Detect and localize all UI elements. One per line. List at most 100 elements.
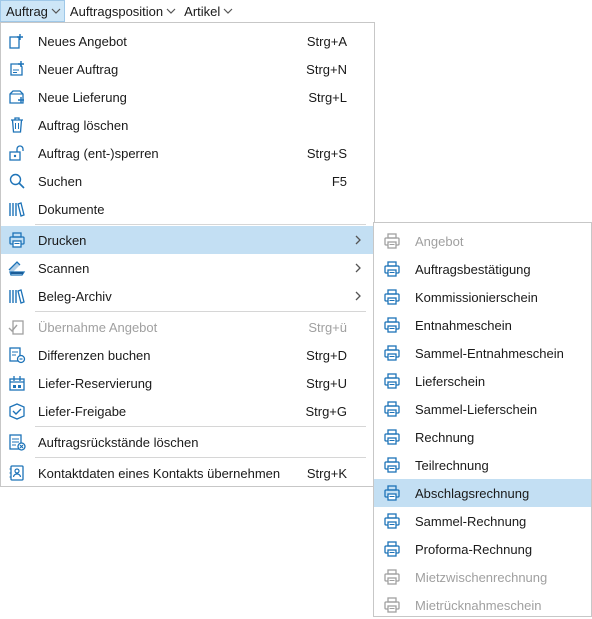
submenu-item-label: Proforma-Rechnung <box>415 541 533 557</box>
menu-separator <box>35 311 366 312</box>
book-differences-icon <box>7 345 27 365</box>
printer-icon <box>382 427 402 447</box>
menu-item-label: Übernahme Angebot <box>38 319 158 335</box>
delivery-release-icon <box>7 401 27 421</box>
menubar-item-auftrag[interactable]: Auftrag <box>0 0 65 22</box>
printer-icon <box>382 259 402 279</box>
new-offer-icon <box>7 31 27 51</box>
menu-item-auftrag-loeschen[interactable]: Auftrag löschen <box>1 111 374 139</box>
new-delivery-icon <box>7 87 27 107</box>
submenu-item-label: Sammel-Entnahmeschein <box>415 345 564 361</box>
chevron-right-icon <box>350 263 366 273</box>
printer-icon <box>382 371 402 391</box>
menu-item-kontaktdaten-eines-kontakts-uebernehmen[interactable]: Kontaktdaten eines Kontakts übernehmen St… <box>1 459 374 487</box>
chevron-right-icon <box>350 235 366 245</box>
menu-separator <box>35 426 366 427</box>
submenu-item-lieferschein[interactable]: Lieferschein <box>374 367 591 395</box>
shortcut-label: F5 <box>331 173 347 189</box>
menu-item-label: Suchen <box>38 173 83 189</box>
menu-item-beleg-archiv[interactable]: Beleg-Archiv <box>1 282 374 310</box>
menu-item-label: Dokumente <box>38 201 105 217</box>
printer-icon <box>382 595 402 615</box>
menu-item-neues-angebot[interactable]: Neues Angebot Strg+A <box>1 27 374 55</box>
submenu-item-rechnung[interactable]: Rechnung <box>374 423 591 451</box>
menu-bar: Auftrag Auftragsposition Artikel <box>0 0 592 22</box>
auftrag-menu: Neues Angebot Strg+A Neuer Auftrag Strg+N Ne… <box>0 22 375 487</box>
menu-item-neue-lieferung[interactable]: Neue Lieferung Strg+L <box>1 83 374 111</box>
submenu-item-label: Angebot <box>415 233 464 249</box>
submenu-item-proforma-rechnung[interactable]: Proforma-Rechnung <box>374 535 591 563</box>
documents-icon <box>7 199 27 219</box>
menubar-label: Auftragsposition <box>69 3 164 19</box>
menu-item-neuer-auftrag[interactable]: Neuer Auftrag Strg+N <box>1 55 374 83</box>
menu-item-label: Neues Angebot <box>38 33 127 49</box>
printer-icon <box>382 455 402 475</box>
unlock-icon <box>7 143 27 163</box>
submenu-item-label: Sammel-Lieferschein <box>415 401 538 417</box>
submenu-item-label: Lieferschein <box>415 373 486 389</box>
menu-item-differenzen-buchen[interactable]: Differenzen buchen Strg+D <box>1 341 374 369</box>
submenu-item-label: Mietrücknahmeschein <box>415 597 542 613</box>
delete-backorders-icon <box>7 432 27 452</box>
menubar-label: Artikel <box>184 3 221 19</box>
submenu-item-mietruecknahmeschein: Mietrücknahmeschein <box>374 591 591 619</box>
submenu-item-teilrechnung[interactable]: Teilrechnung <box>374 451 591 479</box>
menu-item-dokumente[interactable]: Dokumente <box>1 195 374 223</box>
shortcut-label: Strg+N <box>306 61 347 77</box>
printer-icon <box>382 343 402 363</box>
shortcut-label: Strg+S <box>306 145 347 161</box>
menu-item-label: Beleg-Archiv <box>38 288 112 304</box>
menu-item-label: Liefer-Freigabe <box>38 403 127 419</box>
menu-item-liefer-reservierung[interactable]: Liefer-Reservierung Strg+U <box>1 369 374 397</box>
menubar-label: Auftrag <box>6 3 48 19</box>
chevron-down-icon <box>51 8 61 14</box>
menu-item-suchen[interactable]: Suchen F5 <box>1 167 374 195</box>
chevron-right-icon <box>350 291 366 301</box>
submenu-item-auftragsbestaetigung[interactable]: Auftragsbestätigung <box>374 255 591 283</box>
printer-icon <box>382 399 402 419</box>
submenu-item-label: Auftragsbestätigung <box>415 261 531 277</box>
menu-item-drucken[interactable]: Drucken <box>1 226 374 254</box>
menu-item-label: Kontaktdaten eines Kontakts übernehmen <box>38 465 281 481</box>
menu-item-label: Auftrag löschen <box>38 117 129 133</box>
chevron-down-icon <box>223 8 233 14</box>
menu-item-auftrag-ent-sperren[interactable]: Auftrag (ent-)sperren Strg+S <box>1 139 374 167</box>
menu-item-label: Drucken <box>38 232 87 248</box>
menu-item-label: Auftrag (ent-)sperren <box>38 145 159 161</box>
menubar-item-auftragsposition[interactable]: Auftragsposition <box>65 0 179 22</box>
printer-icon <box>382 511 402 531</box>
printer-icon <box>382 231 402 251</box>
menu-item-liefer-freigabe[interactable]: Liefer-Freigabe Strg+G <box>1 397 374 425</box>
submenu-item-label: Abschlagsrechnung <box>415 485 530 501</box>
contact-card-icon <box>7 463 27 483</box>
menu-item-scannen[interactable]: Scannen <box>1 254 374 282</box>
submenu-item-label: Teilrechnung <box>415 457 489 473</box>
printer-icon <box>382 315 402 335</box>
menu-item-label: Neuer Auftrag <box>38 61 119 77</box>
apply-offer-icon <box>7 317 27 337</box>
menu-item-label: Scannen <box>38 260 90 276</box>
submenu-item-sammel-lieferschein[interactable]: Sammel-Lieferschein <box>374 395 591 423</box>
submenu-item-label: Rechnung <box>415 429 475 445</box>
submenu-item-label: Entnahmeschein <box>415 317 512 333</box>
drucken-submenu: Angebot Auftragsbestätigung Kommissionie… <box>373 222 592 617</box>
shortcut-label: Strg+D <box>306 347 347 363</box>
shortcut-label: Strg+G <box>305 403 347 419</box>
printer-icon <box>382 483 402 503</box>
menu-item-auftragsrueckstaende-loeschen[interactable]: Auftragsrückstände löschen <box>1 428 374 456</box>
menu-item-label: Liefer-Reservierung <box>38 375 153 391</box>
menu-item-label: Neue Lieferung <box>38 89 127 105</box>
submenu-item-abschlagsrechnung[interactable]: Abschlagsrechnung <box>374 479 591 507</box>
printer-icon <box>382 567 402 587</box>
menu-item-label: Auftragsrückstände löschen <box>38 434 199 450</box>
shortcut-label: Strg+U <box>306 375 347 391</box>
submenu-item-sammel-entnahmeschein[interactable]: Sammel-Entnahmeschein <box>374 339 591 367</box>
submenu-item-angebot: Angebot <box>374 227 591 255</box>
printer-icon <box>382 287 402 307</box>
submenu-item-kommissionierschein[interactable]: Kommissionierschein <box>374 283 591 311</box>
menubar-item-artikel[interactable]: Artikel <box>179 0 236 22</box>
submenu-item-sammel-rechnung[interactable]: Sammel-Rechnung <box>374 507 591 535</box>
submenu-item-entnahmeschein[interactable]: Entnahmeschein <box>374 311 591 339</box>
delivery-reservation-icon <box>7 373 27 393</box>
shortcut-label: Strg+K <box>306 465 347 481</box>
